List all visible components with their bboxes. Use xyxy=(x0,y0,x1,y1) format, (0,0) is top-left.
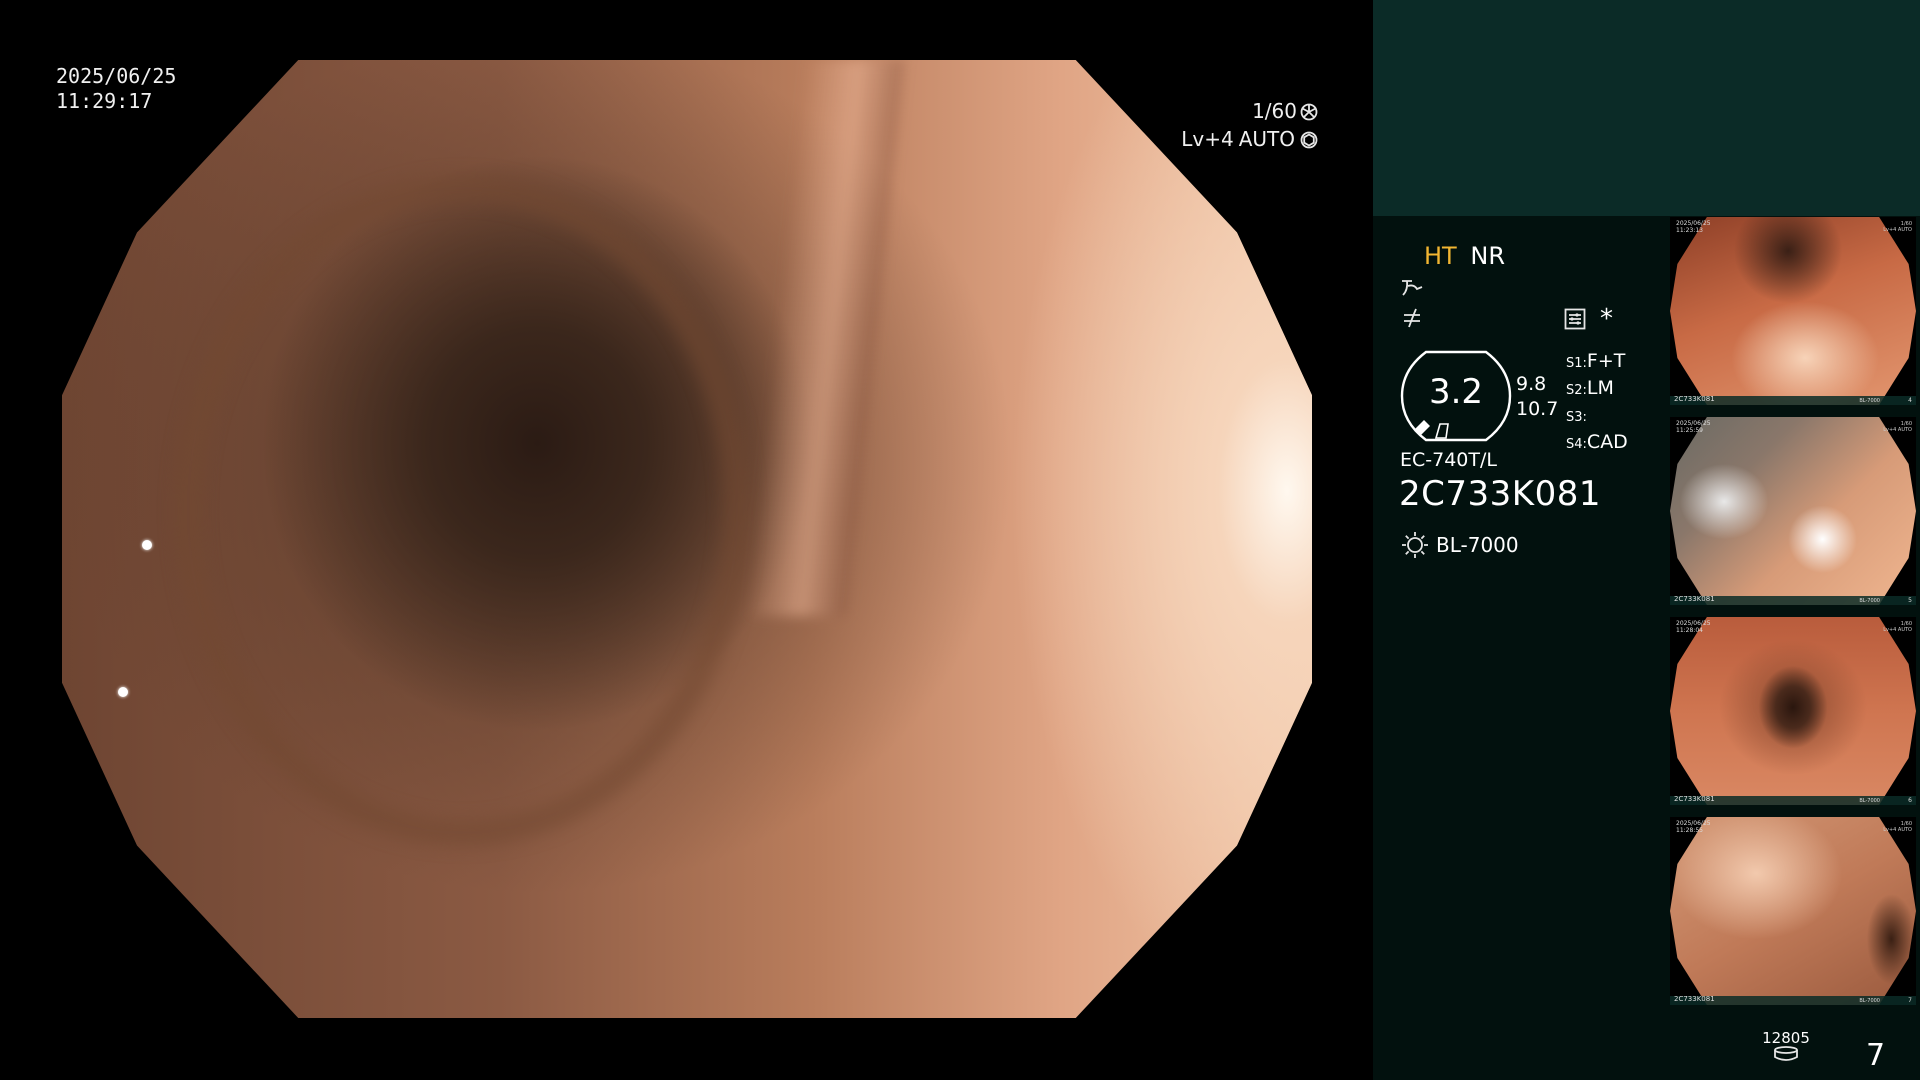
image-mode-indicator: HT NR xyxy=(1424,242,1505,270)
scope-tip-icon xyxy=(1414,420,1430,436)
thumbnail-index: 4 xyxy=(1908,397,1912,404)
thumbnail-datetime: 2025/06/25 11:23:13 xyxy=(1676,220,1711,234)
endoscope-main-view xyxy=(62,60,1312,1018)
switch-row: S4:CAD xyxy=(1566,431,1628,453)
capture-thumbnail[interactable]: 2025/06/25 11:28:55 1/60 Lv+4 AUTO 2C733K0… xyxy=(1670,817,1916,1005)
thumbnail-serial: 2C733K081 xyxy=(1674,395,1715,403)
exposure-info: 1/60 Lv+4 AUTO xyxy=(1181,99,1318,152)
settings-list-icon xyxy=(1564,308,1586,330)
status-panel-header xyxy=(1373,0,1920,216)
switch-row: S1:F+T xyxy=(1566,350,1626,372)
scope-serial: 2C733K081 xyxy=(1399,474,1601,514)
thumbnail-exposure: 1/60 Lv+4 AUTO xyxy=(1883,421,1912,433)
ht-indicator: HT xyxy=(1424,242,1457,270)
thumbnail-exposure: 1/60 Lv+4 AUTO xyxy=(1883,821,1912,833)
thumbnail-exposure: 1/60 Lv+4 AUTO xyxy=(1883,621,1912,633)
date-text: 2025/06/25 xyxy=(56,64,177,88)
readout-1: 9.8 xyxy=(1516,373,1547,395)
switch-assignments: S1:F+T S2:LM S3: S4:CAD xyxy=(1566,349,1628,457)
color-enhance-icon xyxy=(1404,308,1420,328)
thumbnail-datetime: 2025/06/25 11:25:59 xyxy=(1676,420,1711,434)
scope-model: EC-740T/L xyxy=(1400,449,1497,471)
time-text: 11:29:17 xyxy=(56,89,153,113)
reflection-spot xyxy=(118,687,128,697)
switch-row: S2:LM xyxy=(1566,377,1614,399)
thumbnail-light: BL-7000 xyxy=(1859,998,1880,1004)
readout-2: 10.7 xyxy=(1516,398,1559,420)
asterisk-indicator: * xyxy=(1600,304,1613,334)
light-source-model: BL-7000 xyxy=(1436,533,1519,557)
structure-enhance-icon xyxy=(1402,280,1423,296)
reflection-spot xyxy=(142,540,152,550)
capture-thumbnail[interactable]: 2025/06/25 11:25:59 1/60 Lv+4 AUTO 2C733K0… xyxy=(1670,417,1916,605)
thumbnail-serial: 2C733K081 xyxy=(1674,995,1715,1003)
thumbnail-light: BL-7000 xyxy=(1859,398,1880,404)
light-source-icon xyxy=(1402,532,1428,558)
switch-row: S3: xyxy=(1566,410,1587,425)
thumbnail-index: 6 xyxy=(1908,797,1912,804)
capture-count: 7 xyxy=(1866,1038,1886,1073)
lumen-fold-ring xyxy=(174,174,750,846)
thumbnail-index: 7 xyxy=(1908,997,1912,1004)
thumbnail-light: BL-7000 xyxy=(1859,798,1880,804)
datetime-display: 2025/06/25 11:29:17 xyxy=(56,64,176,114)
storage-indicator: 12805 xyxy=(1762,1030,1810,1066)
nr-indicator: NR xyxy=(1470,242,1505,270)
zoom-value: 3.2 xyxy=(1428,372,1484,412)
thumbnail-serial: 2C733K081 xyxy=(1674,595,1715,603)
storage-count: 12805 xyxy=(1762,1029,1810,1047)
brightness-level: Lv+4 xyxy=(1181,127,1234,151)
shutter-icon xyxy=(1300,103,1318,120)
numeric-readouts: 9.8 10.7 xyxy=(1516,372,1558,422)
mucosal-fold xyxy=(745,60,904,616)
iris-mode: AUTO xyxy=(1238,127,1295,151)
capture-thumbnail[interactable]: 2025/06/25 11:28:04 1/60 Lv+4 AUTO 2C733K0… xyxy=(1670,617,1916,805)
thumbnail-index: 5 xyxy=(1908,597,1912,604)
capture-thumbnail[interactable]: 2025/06/25 11:23:13 1/60 Lv+4 AUTO 2C733K0… xyxy=(1670,217,1916,405)
zoom-badge: 3.2 xyxy=(1400,350,1512,442)
thumbnail-exposure: 1/60 Lv+4 AUTO xyxy=(1883,221,1912,233)
thumbnail-datetime: 2025/06/25 11:28:55 xyxy=(1676,820,1711,834)
thumbnail-serial: 2C733K081 xyxy=(1674,795,1715,803)
thumbnail-datetime: 2025/06/25 11:28:04 xyxy=(1676,620,1711,634)
shutter-speed: 1/60 xyxy=(1252,99,1297,123)
light-source: BL-7000 xyxy=(1400,530,1519,560)
thumbnail-light: BL-7000 xyxy=(1859,598,1880,604)
storage-disk-icon xyxy=(1774,1046,1798,1061)
iris-icon xyxy=(1300,131,1318,148)
